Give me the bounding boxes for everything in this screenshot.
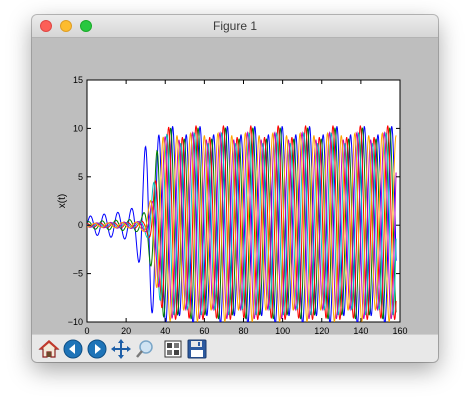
zoom-button[interactable]: [134, 338, 156, 360]
x-tick-label: 60: [199, 326, 209, 334]
x-tick-label: 0: [84, 326, 89, 334]
x-tick-label: 100: [275, 326, 290, 334]
home-button[interactable]: [38, 338, 60, 360]
x-tick-label: 140: [353, 326, 368, 334]
subplots-icon: [164, 340, 182, 358]
x-tick-label: 40: [160, 326, 170, 334]
pan-button[interactable]: [110, 338, 132, 360]
x-tick-label: 20: [121, 326, 131, 334]
save-button[interactable]: [186, 338, 208, 360]
y-axis-label: x(t): [57, 194, 68, 208]
figure-window: Figure 1 t x(t) 020406080100120140160−10…: [32, 15, 438, 362]
title-bar[interactable]: Figure 1: [32, 15, 438, 38]
floppy-disk-icon: [187, 339, 207, 359]
figure-canvas[interactable]: t x(t) 020406080100120140160−10−5051015: [32, 38, 438, 349]
back-arrow-icon: [63, 339, 83, 359]
forward-arrow-icon: [87, 339, 107, 359]
x-tick-label: 160: [392, 326, 407, 334]
y-tick-label: −10: [68, 317, 83, 327]
y-tick-label: 0: [78, 220, 83, 230]
configure-subplots-button[interactable]: [162, 338, 184, 360]
x-tick-label: 80: [238, 326, 248, 334]
home-icon: [38, 340, 60, 358]
forward-button[interactable]: [86, 338, 108, 360]
window-title: Figure 1: [212, 19, 258, 33]
plot-area[interactable]: t x(t) 020406080100120140160−10−5051015: [32, 38, 438, 349]
back-button[interactable]: [62, 338, 84, 360]
zoom-rect-icon: [136, 340, 153, 358]
y-tick-label: 15: [73, 75, 83, 85]
y-tick-label: 10: [73, 123, 83, 133]
x-tick-label: 120: [314, 326, 329, 334]
y-tick-label: −5: [73, 269, 83, 279]
navigation-toolbar: [32, 334, 438, 362]
y-tick-label: 5: [78, 172, 83, 182]
move-arrows-icon: [111, 339, 131, 359]
